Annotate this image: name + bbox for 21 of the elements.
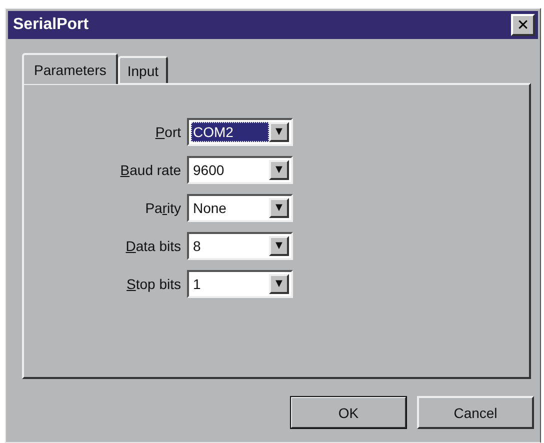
cancel-button[interactable]: Cancel bbox=[417, 396, 534, 429]
field-label: Data bits bbox=[124, 238, 181, 254]
dropdown-field[interactable]: 8 ▼ bbox=[187, 232, 293, 260]
dropdown-button[interactable]: ▼ bbox=[269, 122, 289, 142]
tab[interactable]: Parameters bbox=[22, 53, 118, 84]
tab[interactable]: Input bbox=[118, 56, 168, 83]
field-label: Port bbox=[154, 124, 181, 140]
dropdown-field[interactable]: COM2 ▼ bbox=[187, 118, 293, 146]
dropdown-field[interactable]: None ▼ bbox=[187, 194, 293, 222]
dropdown-field[interactable]: 1 ▼ bbox=[187, 270, 293, 298]
dropdown-button[interactable]: ▼ bbox=[269, 274, 289, 294]
field-label: Baud rate bbox=[119, 162, 181, 178]
dropdown-field[interactable]: 9600 ▼ bbox=[187, 156, 293, 184]
close-button[interactable]: ✕ bbox=[511, 14, 535, 36]
dropdown-button[interactable]: ▼ bbox=[269, 160, 289, 180]
window-title: SerialPort bbox=[13, 16, 89, 34]
dropdown-button[interactable]: ▼ bbox=[269, 236, 289, 256]
ok-button[interactable]: OK bbox=[290, 396, 407, 429]
field-label: Stop bits bbox=[126, 276, 181, 292]
dropdown-button[interactable]: ▼ bbox=[269, 198, 289, 218]
field-label: Parity bbox=[144, 200, 181, 216]
